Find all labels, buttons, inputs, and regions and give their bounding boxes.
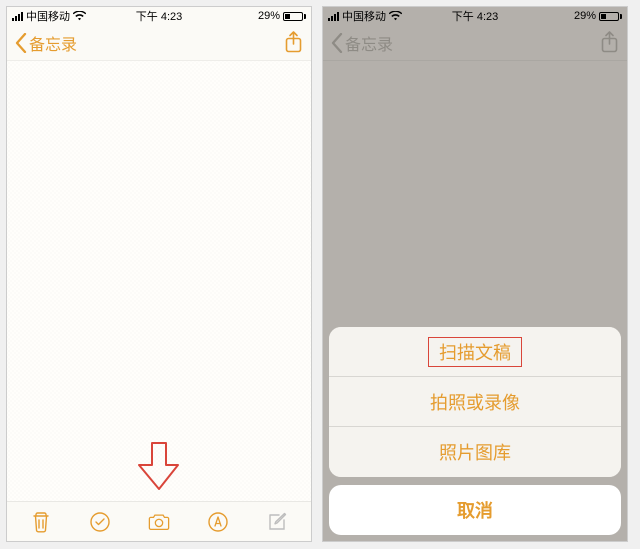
battery-icon bbox=[599, 12, 622, 21]
action-label: 扫描文稿 bbox=[439, 339, 511, 365]
battery-percent: 29% bbox=[574, 10, 596, 22]
phone-action-sheet: 中国移动 下午 4:23 29% 备忘录 bbox=[322, 6, 628, 542]
back-label: 备忘录 bbox=[345, 31, 393, 55]
markup-icon bbox=[207, 511, 229, 533]
carrier-label: 中国移动 bbox=[342, 8, 386, 24]
action-sheet: 扫描文稿 拍照或录像 照片图库 取消 bbox=[329, 327, 621, 535]
status-bar: 中国移动 下午 4:23 29% bbox=[7, 7, 311, 25]
checklist-button[interactable] bbox=[89, 511, 111, 533]
cancel-label: 取消 bbox=[457, 497, 493, 523]
compose-icon bbox=[266, 511, 288, 533]
action-take-photo-video[interactable]: 拍照或录像 bbox=[329, 377, 621, 427]
back-button[interactable]: 备忘录 bbox=[15, 31, 77, 55]
share-button bbox=[600, 31, 619, 54]
battery-percent: 29% bbox=[258, 10, 280, 22]
chevron-left-icon bbox=[331, 33, 343, 53]
signal-icon bbox=[328, 12, 339, 21]
nav-bar: 备忘录 bbox=[7, 25, 311, 61]
wifi-icon bbox=[73, 11, 86, 21]
action-cancel[interactable]: 取消 bbox=[329, 485, 621, 535]
nav-bar: 备忘录 bbox=[323, 25, 627, 61]
action-photo-library[interactable]: 照片图库 bbox=[329, 427, 621, 477]
camera-icon bbox=[148, 512, 170, 532]
toolbar bbox=[7, 501, 311, 541]
note-body[interactable] bbox=[7, 61, 311, 501]
action-scan-documents[interactable]: 扫描文稿 bbox=[329, 327, 621, 377]
wifi-icon bbox=[389, 11, 402, 21]
trash-icon bbox=[31, 511, 51, 533]
battery-icon bbox=[283, 12, 306, 21]
checklist-icon bbox=[89, 511, 111, 533]
chevron-left-icon bbox=[15, 33, 27, 53]
phone-notes-editor: 中国移动 下午 4:23 29% 备忘录 bbox=[6, 6, 312, 542]
trash-button[interactable] bbox=[30, 511, 52, 533]
back-button: 备忘录 bbox=[331, 31, 393, 55]
share-icon bbox=[600, 31, 619, 54]
action-label: 照片图库 bbox=[439, 439, 511, 465]
markup-button[interactable] bbox=[207, 511, 229, 533]
camera-button[interactable] bbox=[148, 511, 170, 533]
share-button[interactable] bbox=[284, 31, 303, 54]
action-label: 拍照或录像 bbox=[430, 389, 520, 415]
status-bar: 中国移动 下午 4:23 29% bbox=[323, 7, 627, 25]
compose-button[interactable] bbox=[266, 511, 288, 533]
carrier-label: 中国移动 bbox=[26, 8, 70, 24]
share-icon bbox=[284, 31, 303, 54]
clock: 下午 4:23 bbox=[452, 8, 498, 24]
back-label: 备忘录 bbox=[29, 31, 77, 55]
signal-icon bbox=[12, 12, 23, 21]
action-sheet-group: 扫描文稿 拍照或录像 照片图库 bbox=[329, 327, 621, 477]
clock: 下午 4:23 bbox=[136, 8, 182, 24]
